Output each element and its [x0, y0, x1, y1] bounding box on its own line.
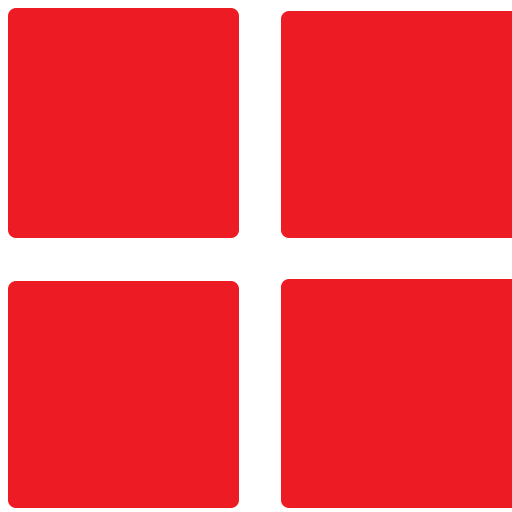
tile-bottom-left [8, 281, 239, 508]
tile-top-right [281, 11, 512, 238]
tile-bottom-right [281, 279, 512, 508]
tile-top-left [8, 8, 239, 238]
grid-menu-icon[interactable] [0, 0, 512, 512]
